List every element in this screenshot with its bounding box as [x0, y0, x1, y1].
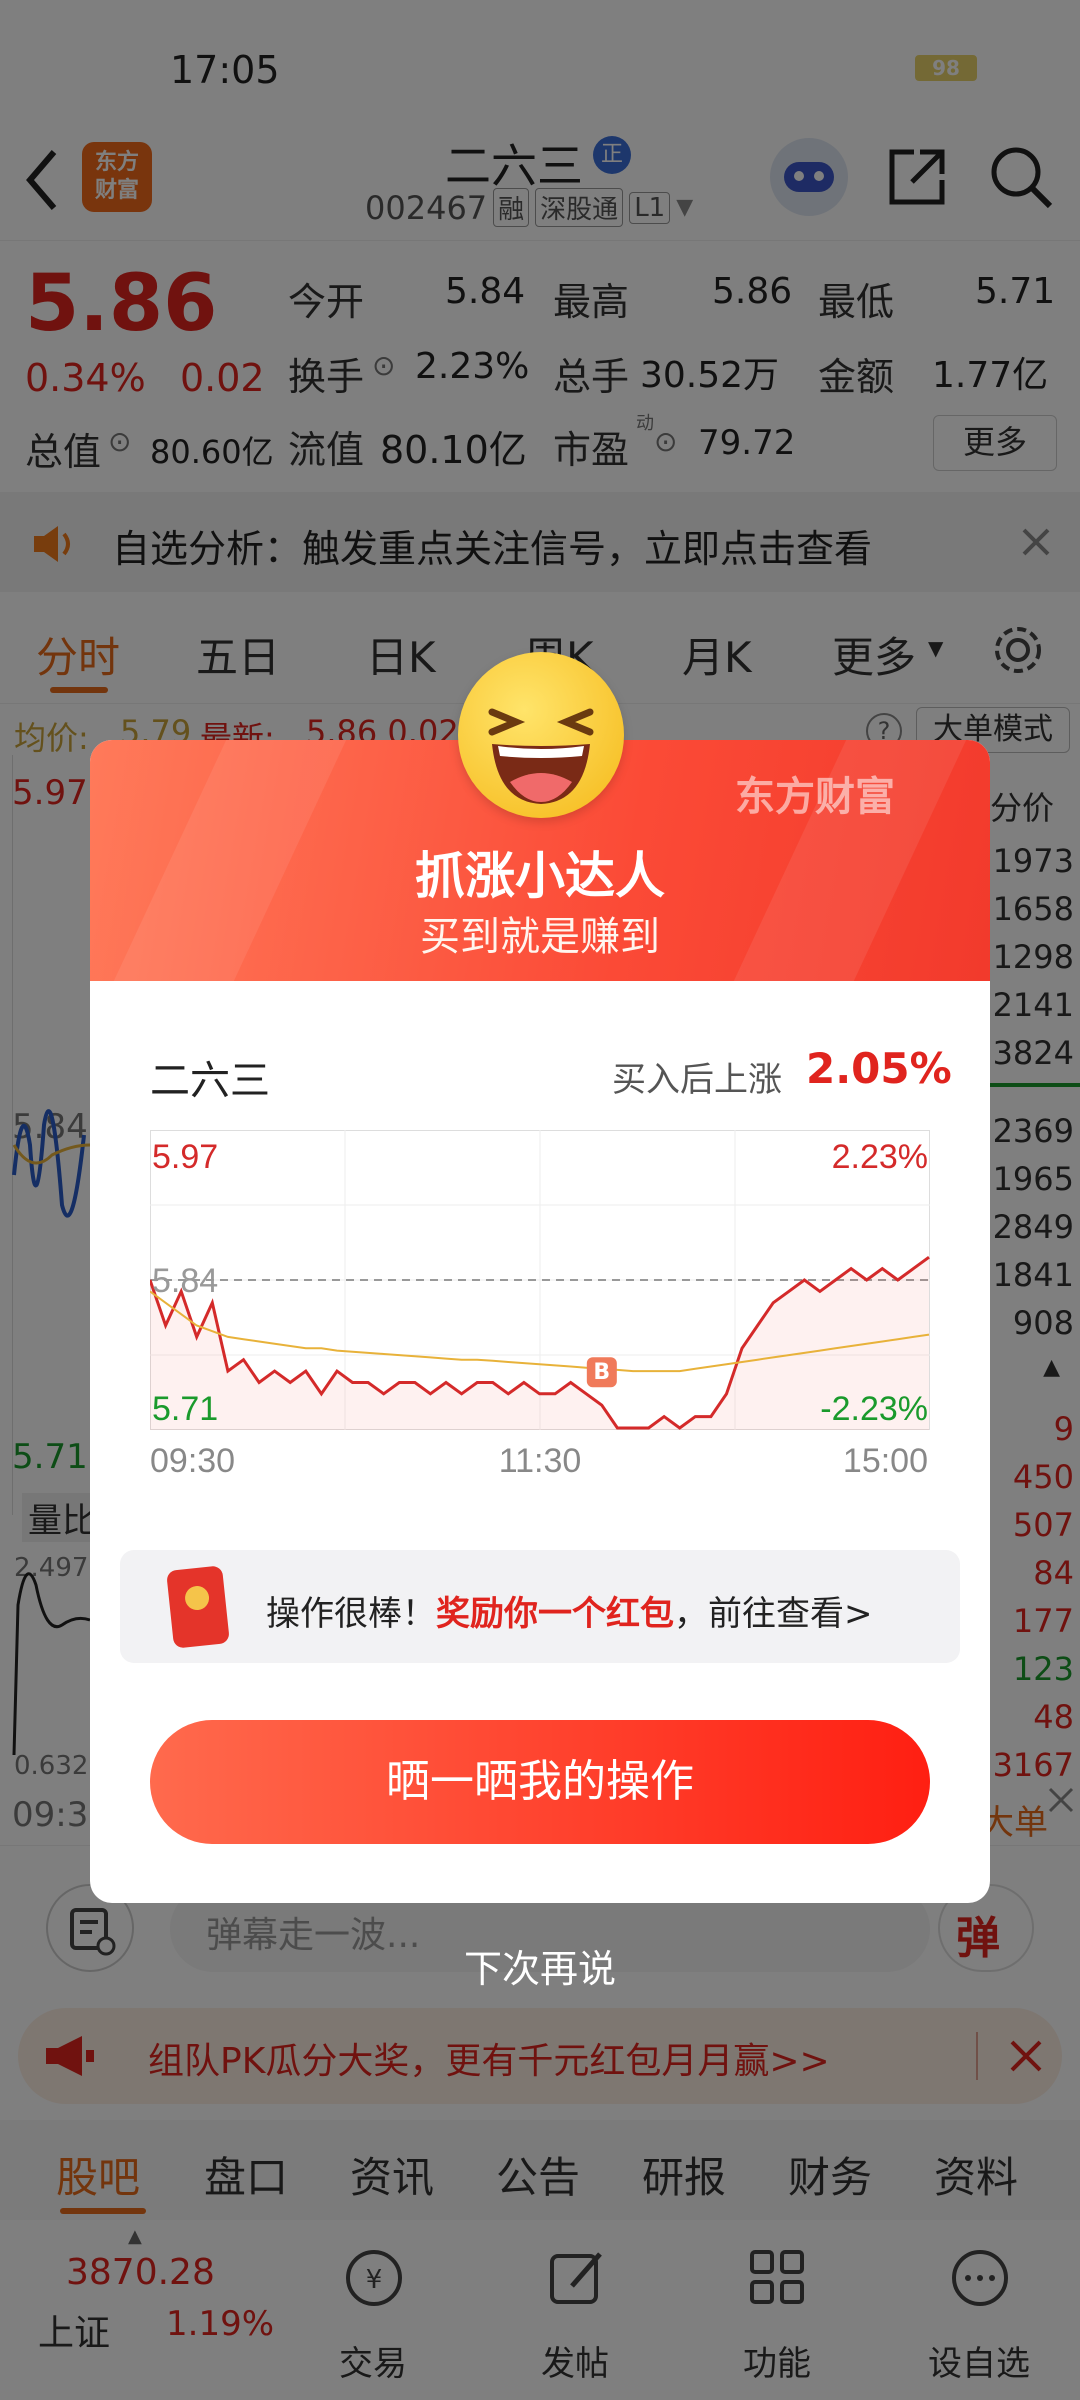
gain-value: 2.05%: [806, 1044, 952, 1093]
modal-title: 抓涨小达人: [415, 847, 665, 905]
reward-text: 操作很棒！奖励你一个红包，前往查看>: [266, 1594, 873, 1634]
mini-intraday-chart: B 5.97 5.84 5.71 2.23% -2.23% 09:30 11:30 15:00: [150, 1130, 930, 1480]
buy-marker-label: B: [593, 1360, 610, 1385]
y-label-bottom: 5.71: [152, 1390, 218, 1428]
share-operation-button[interactable]: 晒一晒我的操作: [150, 1720, 930, 1844]
modal-stock-name: 二六三: [150, 1058, 270, 1104]
y-label-mid: 5.84: [152, 1262, 218, 1300]
x-label-start: 09:30: [150, 1442, 235, 1480]
y-label-right-bottom: -2.23%: [820, 1390, 928, 1428]
brand-watermark: 东方财富: [735, 774, 895, 820]
y-label-right-top: 2.23%: [832, 1138, 928, 1176]
y-label-top: 5.97: [152, 1138, 218, 1176]
gain-label: 买入后上涨: [612, 1060, 782, 1100]
dismiss-link[interactable]: 下次再说: [0, 1938, 1080, 1993]
x-label-end: 15:00: [843, 1442, 928, 1480]
x-label-mid: 11:30: [499, 1442, 582, 1480]
red-envelope-icon: [166, 1565, 230, 1649]
reward-banner[interactable]: 操作很棒！奖励你一个红包，前往查看>: [120, 1550, 960, 1663]
modal-subtitle: 买到就是赚到: [420, 914, 660, 960]
laughing-emoji-icon: [458, 652, 624, 818]
reward-modal: 东方财富 抓涨小达人 买到就是赚到 二六三 买入后上涨 2.05% B 5.97 5…: [90, 740, 990, 1903]
